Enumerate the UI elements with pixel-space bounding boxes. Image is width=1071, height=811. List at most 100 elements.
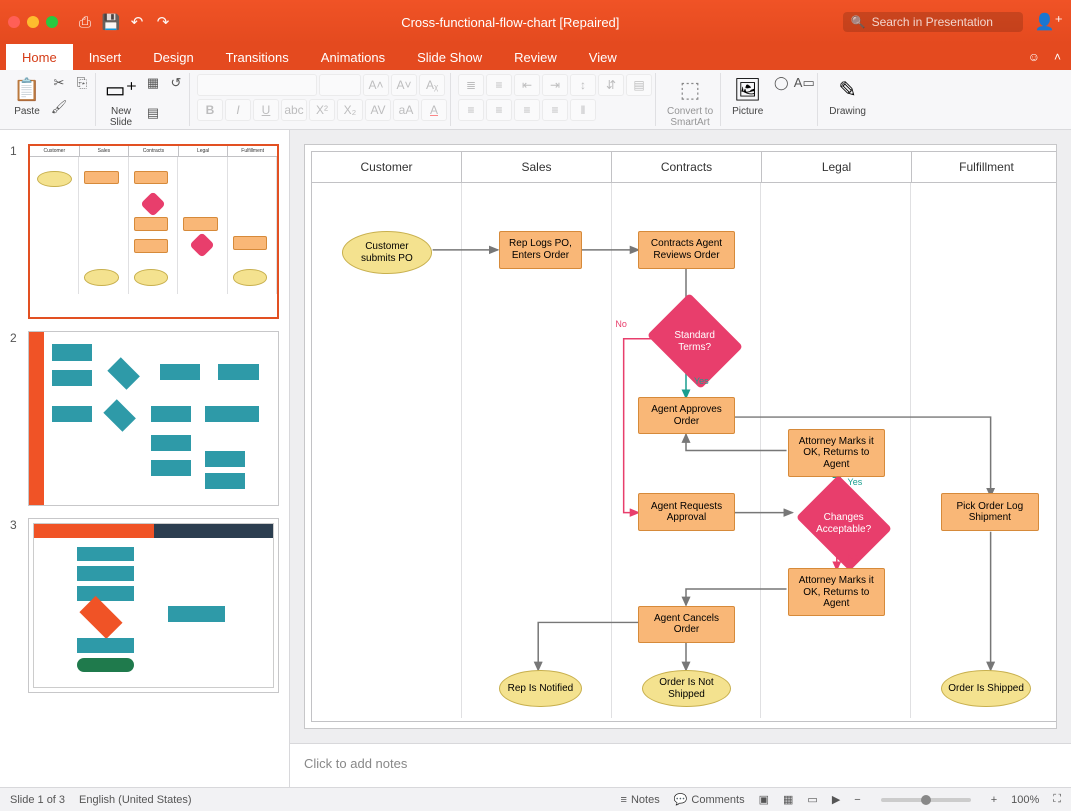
reset-icon[interactable]: ↺: [166, 74, 186, 92]
view-normal-icon[interactable]: ▣: [759, 793, 769, 806]
lane-header-legal: Legal: [762, 152, 912, 182]
char-spacing-icon[interactable]: AV: [365, 99, 391, 121]
node-order-shipped[interactable]: Order Is Shipped: [941, 670, 1031, 707]
node-agent-cancels[interactable]: Agent Cancels Order: [638, 606, 735, 643]
copy-icon[interactable]: ⎘: [72, 74, 92, 92]
italic[interactable]: I: [225, 99, 251, 121]
highlight-icon[interactable]: aA: [393, 99, 419, 121]
drawing-button[interactable]: ✎ Drawing: [825, 74, 870, 119]
paste-icon: 📋: [13, 76, 41, 104]
edge-label-yes2: Yes: [848, 477, 863, 487]
edge-label-no1: No: [615, 319, 627, 329]
convert-smartart-button[interactable]: ⬚ Convert to SmartArt: [663, 74, 717, 130]
layout-icon[interactable]: ▦: [143, 74, 163, 92]
textbox-icon[interactable]: A▭: [794, 74, 814, 92]
align-right[interactable]: ≡: [514, 99, 540, 121]
node-rep-notified[interactable]: Rep Is Notified: [499, 670, 581, 707]
picture-icon: 🖼: [734, 76, 762, 104]
bold[interactable]: B: [197, 99, 223, 121]
tab-animations[interactable]: Animations: [305, 44, 401, 70]
search-icon: 🔍: [851, 15, 866, 29]
shapes-icon[interactable]: ◯: [771, 74, 791, 92]
superscript[interactable]: X²: [309, 99, 335, 121]
text-direction-icon[interactable]: ⇵: [598, 74, 624, 96]
node-customer-submits[interactable]: Customer submits PO: [342, 231, 432, 274]
lane-header-customer: Customer: [312, 152, 462, 182]
numbering-icon[interactable]: ≡: [486, 74, 512, 96]
indent-dec-icon[interactable]: ⇤: [514, 74, 540, 96]
thumbnail-1[interactable]: 1 Customer Sales Contracts Legal Fulfill…: [0, 138, 289, 325]
align-left[interactable]: ≡: [458, 99, 484, 121]
window-title: Cross-functional-flow-chart [Repaired]: [178, 15, 843, 30]
lane-header-sales: Sales: [462, 152, 612, 182]
zoom-slider[interactable]: [881, 798, 971, 802]
columns-icon[interactable]: ‖: [570, 99, 596, 121]
picture-button[interactable]: 🖼 Picture: [728, 74, 767, 119]
strike[interactable]: abc: [281, 99, 307, 121]
node-agent-approves[interactable]: Agent Approves Order: [638, 397, 735, 434]
view-slideshow-icon[interactable]: ▶: [832, 793, 840, 806]
node-rep-logs[interactable]: Rep Logs PO, Enters Order: [499, 231, 581, 268]
view-sorter-icon[interactable]: ▦: [783, 793, 793, 806]
tab-slideshow[interactable]: Slide Show: [401, 44, 498, 70]
language-indicator[interactable]: English (United States): [79, 794, 192, 806]
search-placeholder: Search in Presentation: [872, 15, 993, 29]
notes-area[interactable]: Click to add notes: [290, 743, 1071, 787]
zoom-out[interactable]: −: [854, 794, 860, 806]
close-window[interactable]: [8, 16, 20, 28]
line-spacing-icon[interactable]: ↕: [570, 74, 596, 96]
smartart-icon: ⬚: [676, 76, 704, 104]
node-contracts-review[interactable]: Contracts Agent Reviews Order: [638, 231, 735, 268]
undo-icon[interactable]: ↶: [126, 11, 148, 33]
format-painter-icon[interactable]: 🖌: [49, 98, 69, 116]
edge-label-no2: No: [848, 552, 860, 562]
node-pick-order[interactable]: Pick Order Log Shipment: [941, 493, 1038, 530]
smiley-icon[interactable]: ☺: [1028, 50, 1040, 64]
tab-view[interactable]: View: [573, 44, 633, 70]
notes-toggle[interactable]: ≡ Notes: [621, 794, 660, 806]
bullets-icon[interactable]: ≣: [458, 74, 484, 96]
node-agent-requests[interactable]: Agent Requests Approval: [638, 493, 735, 530]
minimize-window[interactable]: [27, 16, 39, 28]
justify[interactable]: ≡: [542, 99, 568, 121]
fit-window-icon[interactable]: ⛶: [1053, 793, 1061, 806]
tab-home[interactable]: Home: [6, 44, 73, 70]
view-reading-icon[interactable]: ▭: [807, 793, 817, 806]
decrease-font[interactable]: A˅: [391, 74, 417, 96]
tab-review[interactable]: Review: [498, 44, 573, 70]
align-center[interactable]: ≡: [486, 99, 512, 121]
new-slide-button[interactable]: ▭⁺ New Slide: [103, 74, 139, 130]
thumbnail-pane[interactable]: 1 Customer Sales Contracts Legal Fulfill…: [0, 130, 290, 787]
autosave-icon[interactable]: ⎙: [74, 11, 96, 33]
zoom-level[interactable]: 100%: [1011, 794, 1039, 806]
cut-icon[interactable]: ✂: [49, 74, 69, 92]
thumbnail-2[interactable]: 2: [0, 325, 289, 512]
maximize-window[interactable]: [46, 16, 58, 28]
underline[interactable]: U: [253, 99, 279, 121]
collapse-ribbon-icon[interactable]: ˄: [1054, 50, 1061, 64]
tab-insert[interactable]: Insert: [73, 44, 138, 70]
font-family[interactable]: [197, 74, 317, 96]
comments-toggle[interactable]: 💬 Comments: [674, 793, 745, 806]
thumbnail-3[interactable]: 3: [0, 512, 289, 699]
clear-format-icon[interactable]: Aᵪ: [419, 74, 445, 96]
slide-canvas[interactable]: Customer Sales Contracts Legal Fulfillme…: [304, 144, 1057, 729]
tab-transitions[interactable]: Transitions: [210, 44, 305, 70]
subscript[interactable]: X₂: [337, 99, 363, 121]
paste-button[interactable]: 📋 Paste: [9, 74, 45, 119]
node-attorney-ok1[interactable]: Attorney Marks it OK, Returns to Agent: [788, 429, 885, 477]
node-attorney-ok2[interactable]: Attorney Marks it OK, Returns to Agent: [788, 568, 885, 616]
zoom-in[interactable]: +: [991, 794, 997, 806]
ribbon: 📋 Paste ✂ ⎘ 🖌 ▭⁺ New Slide ▦ ↺ ▤: [0, 70, 1071, 130]
font-color-icon[interactable]: A: [421, 99, 447, 121]
save-icon[interactable]: 💾: [100, 11, 122, 33]
increase-font[interactable]: A˄: [363, 74, 389, 96]
section-icon[interactable]: ▤: [143, 104, 163, 122]
redo-icon[interactable]: ↷: [152, 11, 174, 33]
tab-design[interactable]: Design: [137, 44, 209, 70]
search-input[interactable]: 🔍 Search in Presentation: [843, 12, 1023, 32]
indent-inc-icon[interactable]: ⇥: [542, 74, 568, 96]
font-size[interactable]: [319, 74, 361, 96]
align-text-icon[interactable]: ▤: [626, 74, 652, 96]
share-icon[interactable]: 👤⁺: [1035, 12, 1063, 32]
